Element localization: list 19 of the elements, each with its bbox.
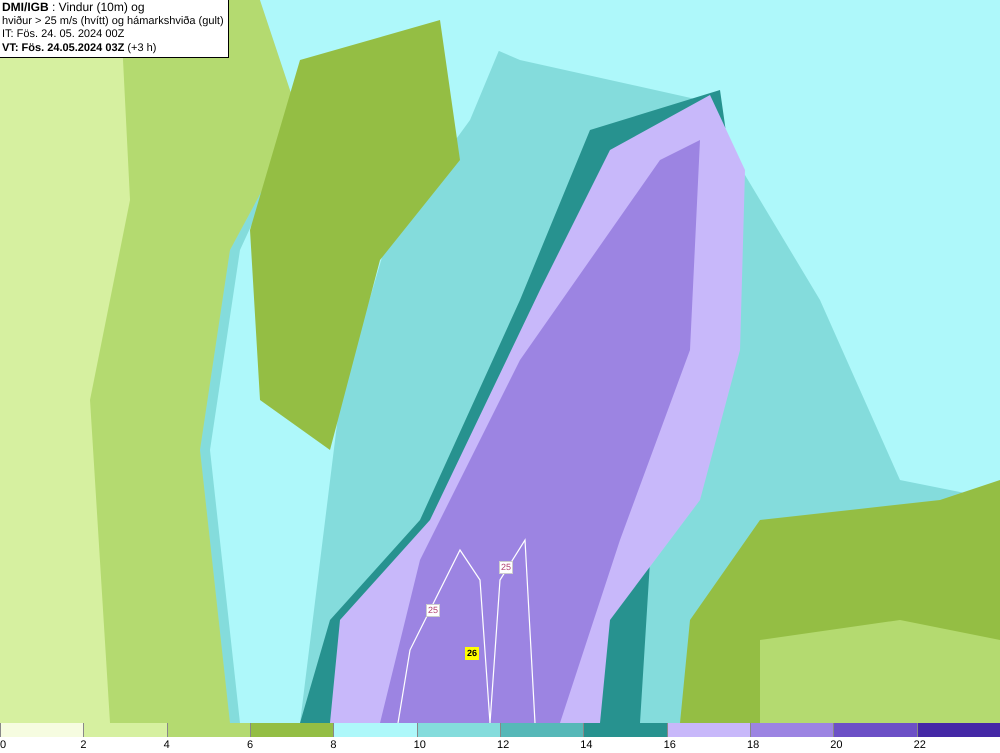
title-line: hviður > 25 m/s (hvítt) og hámarkshviða (gult) — [2, 14, 224, 28]
legend-tick-label: 2 — [80, 738, 86, 752]
legend-tick-label: 20 — [830, 738, 843, 752]
legend-tick-label: 4 — [164, 738, 170, 752]
contour-label: 25 — [426, 604, 440, 617]
legend-tick-label: 8 — [330, 738, 336, 752]
legend-tick-label: 14 — [580, 738, 593, 752]
legend-tick-label: 18 — [746, 738, 760, 752]
legend-tick-label: 22 — [914, 738, 926, 752]
legend-tick-label: 0 — [0, 738, 6, 752]
title-line: DMI/IGB : Vindur (10m) og — [2, 1, 146, 14]
legend-tick-label: 16 — [664, 738, 676, 752]
title-line: VT: Fös. 24.05.2024 03Z (+3 h) — [2, 42, 158, 55]
contour-label: 25 — [499, 561, 514, 574]
legend-tick-label: 12 — [496, 738, 510, 752]
max-gust-label: 26 — [465, 647, 480, 660]
legend-tick-label: 6 — [246, 738, 254, 752]
title-line: IT: Fös. 24. 05. 2024 00Z — [2, 28, 126, 42]
legend-tick-label: 10 — [414, 738, 426, 752]
